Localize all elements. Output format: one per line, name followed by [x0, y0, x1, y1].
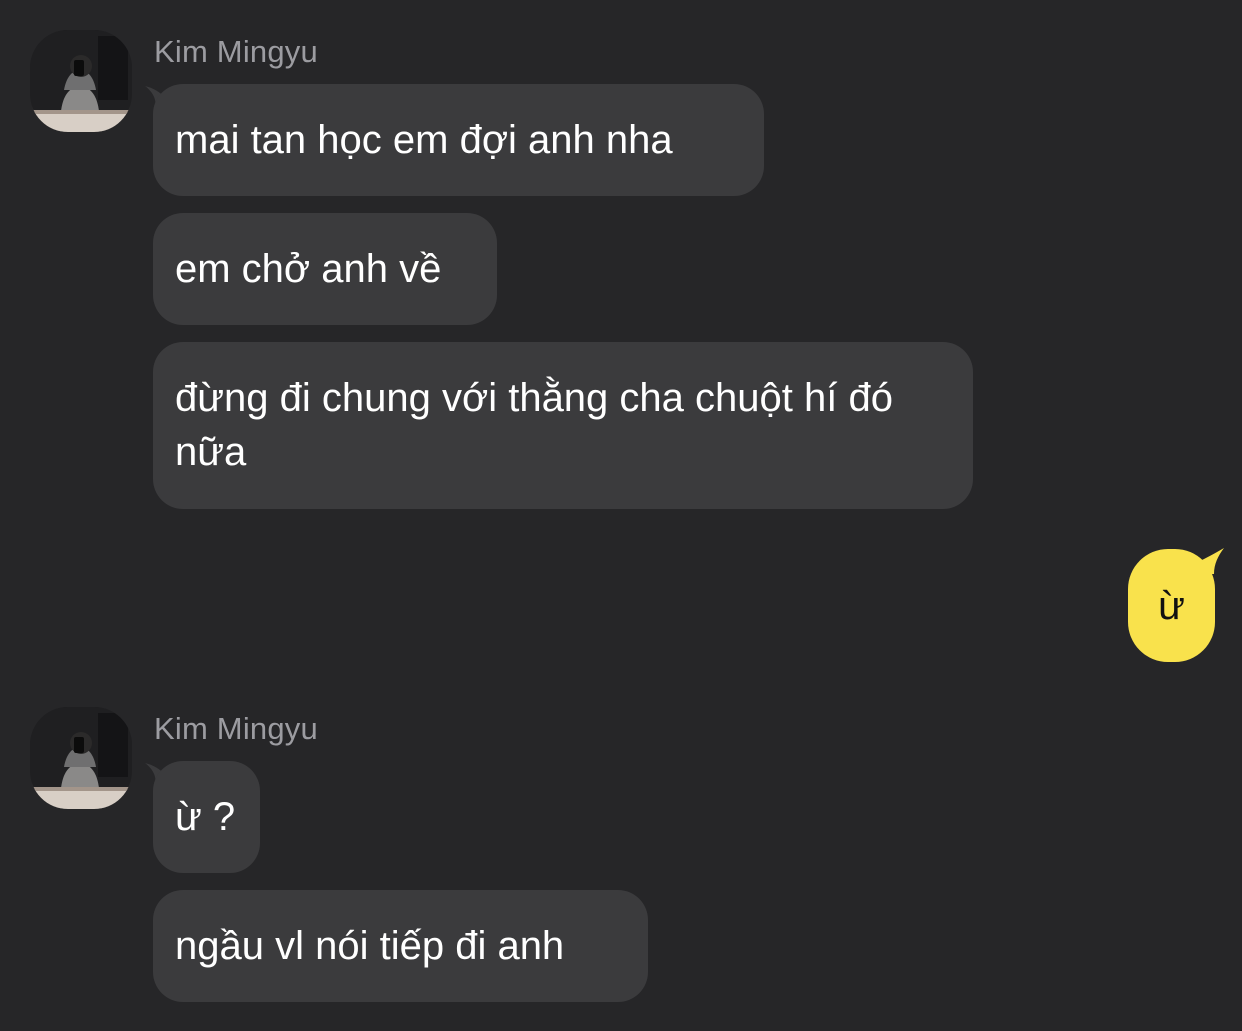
sender-name: Kim Mingyu: [154, 34, 318, 69]
sender-name: Kim Mingyu: [154, 711, 318, 746]
bubble-tail: [1198, 548, 1224, 574]
message-bubble[interactable]: ừ ?: [153, 761, 260, 873]
message-bubble[interactable]: đừng đi chung với thằng cha chuột hí đó …: [153, 342, 973, 509]
avatar[interactable]: [30, 707, 132, 809]
message-bubble[interactable]: mai tan học em đợi anh nha: [153, 84, 764, 196]
message-bubble[interactable]: em chở anh về: [153, 213, 497, 325]
avatar[interactable]: [30, 30, 132, 132]
message-bubble[interactable]: ngầu vl nói tiếp đi anh: [153, 890, 648, 1002]
